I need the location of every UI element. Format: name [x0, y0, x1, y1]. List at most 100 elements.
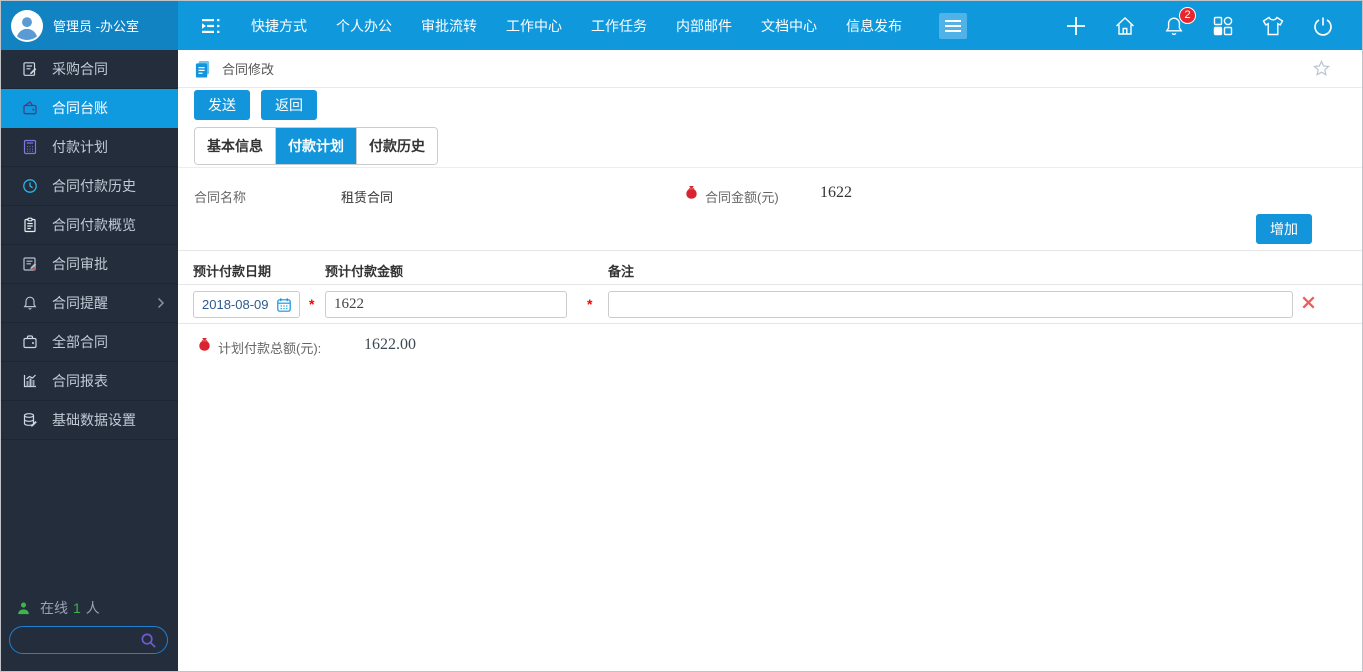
hamburger-icon — [945, 19, 961, 32]
tab-basic-info[interactable]: 基本信息 — [195, 128, 276, 164]
column-header-amount: 预计付款金额 — [325, 264, 404, 279]
online-label: 在线 — [40, 600, 68, 616]
contract-amount-label: 合同金额(元) — [705, 190, 779, 205]
clock-icon — [22, 178, 38, 194]
power-logout-icon[interactable] — [1312, 15, 1334, 37]
topbar: 管理员 -办公室 快捷方式 个人办公 审批流转 工作中心 工作任务 内部邮件 文… — [1, 1, 1362, 50]
main-content: 合同修改 发送 返回 基本信息 付款计划 付款历史 合同名称 租赁合同 合同金额… — [178, 50, 1362, 671]
online-status: 在线 1 人 — [16, 598, 100, 618]
document-icon — [194, 60, 211, 78]
sidebar: 采购合同 合同台账 付款计划 合同付款历史 合同付款概览 合同审批 合同提醒 全… — [1, 50, 178, 671]
reminder-bell-icon — [22, 295, 38, 311]
sidebar-item-label: 付款计划 — [52, 139, 108, 155]
total-row: 计划付款总额(元): 1622.00 — [178, 324, 1362, 364]
top-menu-item-info-publish[interactable]: 信息发布 — [846, 16, 902, 36]
briefcase-icon — [22, 334, 38, 350]
topbar-icons: 2 — [1065, 6, 1362, 37]
calculator-icon — [22, 139, 38, 155]
required-asterisk: * — [309, 296, 315, 312]
total-label: 计划付款总额(元): — [218, 341, 322, 356]
sidebar-search-input[interactable] — [20, 631, 140, 649]
required-asterisk: * — [587, 296, 593, 312]
send-button[interactable]: 发送 — [194, 89, 250, 120]
payment-table-row: * * — [178, 285, 1362, 324]
top-menu-item-document-center[interactable]: 文档中心 — [761, 16, 817, 36]
back-button[interactable]: 返回 — [261, 89, 317, 120]
top-menu-item-approval-flow[interactable]: 审批流转 — [421, 16, 477, 36]
payment-amount-input[interactable] — [325, 291, 567, 318]
clipboard-icon — [22, 217, 38, 233]
sidebar-item-label: 采购合同 — [52, 61, 108, 77]
tab-payment-history[interactable]: 付款历史 — [357, 128, 437, 164]
sidebar-collapse-icon[interactable] — [198, 16, 224, 36]
user-menu[interactable]: 管理员 -办公室 — [1, 1, 178, 50]
sidebar-item-label: 合同审批 — [52, 256, 108, 272]
column-header-remark: 备注 — [608, 264, 635, 279]
sidebar-item-contract-reminder[interactable]: 合同提醒 — [1, 284, 178, 323]
sidebar-item-label: 合同报表 — [52, 373, 108, 389]
database-icon — [22, 412, 38, 428]
payment-table-header: 预计付款日期 预计付款金额 备注 — [178, 250, 1362, 285]
sidebar-item-label: 全部合同 — [52, 334, 108, 350]
sidebar-item-label: 合同提醒 — [52, 295, 108, 311]
column-header-date: 预计付款日期 — [193, 264, 272, 279]
total-value: 1622.00 — [364, 336, 416, 353]
contract-summary: 合同名称 租赁合同 合同金额(元) 1622 增加 — [178, 168, 1362, 250]
contract-name-label: 合同名称 — [194, 190, 247, 205]
sidebar-item-contract-approval[interactable]: 合同审批 — [1, 245, 178, 284]
online-count: 1 — [73, 600, 81, 616]
top-menu-item-work-center[interactable]: 工作中心 — [506, 16, 562, 36]
payment-remark-input[interactable] — [608, 291, 1293, 318]
sidebar-item-contract-ledger[interactable]: 合同台账 — [1, 89, 178, 128]
sidebar-item-label: 合同付款概览 — [52, 217, 136, 233]
approval-doc-icon — [22, 256, 38, 272]
toolbar: 发送 返回 — [178, 88, 1362, 121]
payment-date-field — [193, 291, 300, 318]
contract-doc-icon — [22, 61, 38, 77]
sidebar-item-label: 合同台账 — [52, 100, 108, 116]
sidebar-item-payment-plan[interactable]: 付款计划 — [1, 128, 178, 167]
money-bag-icon — [684, 185, 699, 201]
sidebar-search-box — [9, 626, 168, 654]
theme-shirt-icon[interactable] — [1261, 15, 1285, 37]
top-menu-item-work-tasks[interactable]: 工作任务 — [591, 16, 647, 36]
user-name: 管理员 -办公室 — [53, 19, 139, 34]
top-menu: 快捷方式 个人办公 审批流转 工作中心 工作任务 内部邮件 文档中心 信息发布 — [251, 12, 967, 39]
tabs-row: 基本信息 付款计划 付款历史 — [178, 121, 1362, 168]
more-menu-button[interactable] — [939, 12, 967, 39]
app-window: 管理员 -办公室 快捷方式 个人办公 审批流转 工作中心 工作任务 内部邮件 文… — [0, 0, 1363, 672]
notifications-bell-icon[interactable]: 2 — [1163, 6, 1196, 37]
online-user-icon — [16, 601, 31, 616]
sidebar-item-label: 合同付款历史 — [52, 178, 136, 194]
page-header: 合同修改 — [178, 50, 1362, 88]
payment-date-input[interactable] — [202, 297, 272, 312]
delete-row-icon[interactable] — [1300, 294, 1317, 311]
contract-name-value: 租赁合同 — [341, 190, 394, 205]
bar-chart-icon — [22, 373, 38, 389]
online-label-suffix: 人 — [85, 600, 100, 616]
favorite-star-icon[interactable] — [1312, 59, 1331, 78]
top-menu-item-shortcuts[interactable]: 快捷方式 — [251, 16, 307, 36]
page-title: 合同修改 — [222, 62, 275, 77]
tab-payment-plan[interactable]: 付款计划 — [276, 128, 357, 164]
sidebar-item-base-data-settings[interactable]: 基础数据设置 — [1, 401, 178, 440]
calendar-icon[interactable] — [276, 297, 292, 313]
add-row-button[interactable]: 增加 — [1256, 214, 1312, 244]
sidebar-item-payment-history[interactable]: 合同付款历史 — [1, 167, 178, 206]
sidebar-item-contract-report[interactable]: 合同报表 — [1, 362, 178, 401]
sidebar-item-payment-overview[interactable]: 合同付款概览 — [1, 206, 178, 245]
notification-badge: 2 — [1179, 6, 1196, 24]
sidebar-item-purchase-contract[interactable]: 采购合同 — [1, 50, 178, 89]
avatar — [11, 9, 43, 42]
top-menu-item-personal-office[interactable]: 个人办公 — [336, 16, 392, 36]
home-icon[interactable] — [1114, 15, 1136, 37]
plus-icon[interactable] — [1065, 15, 1087, 37]
sidebar-item-label: 基础数据设置 — [52, 412, 136, 428]
contract-amount-value: 1622 — [820, 184, 852, 201]
search-icon[interactable] — [140, 632, 157, 649]
top-menu-item-internal-mail[interactable]: 内部邮件 — [676, 16, 732, 36]
wallet-icon — [22, 100, 38, 116]
sidebar-item-all-contracts[interactable]: 全部合同 — [1, 323, 178, 362]
apps-grid-icon[interactable] — [1212, 15, 1234, 37]
money-bag-icon — [197, 337, 212, 353]
